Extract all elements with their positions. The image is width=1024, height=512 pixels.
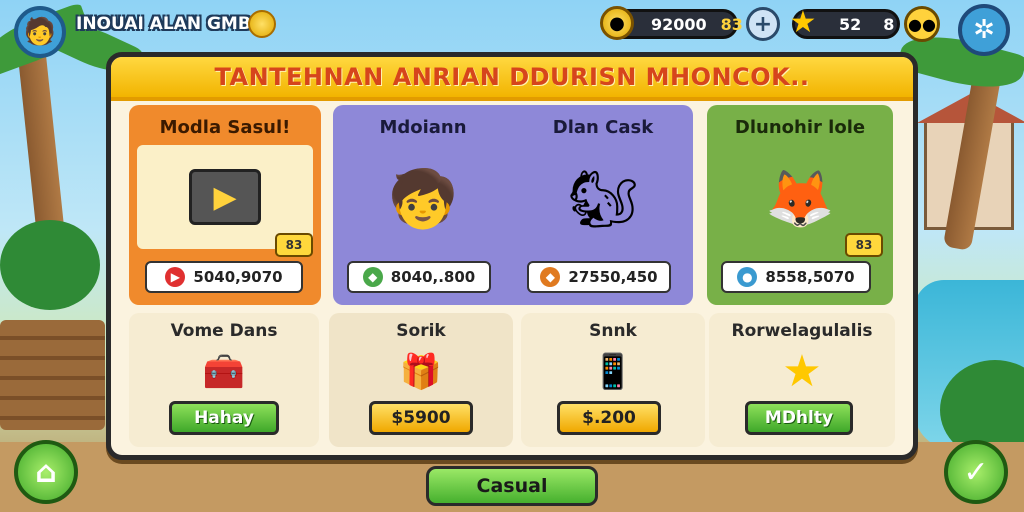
offer-button[interactable]: $5900 bbox=[369, 401, 473, 435]
price-box: ◆ 27550,450 bbox=[527, 261, 671, 293]
coin-icon: ● bbox=[737, 267, 758, 287]
price-value: 5040,9070 bbox=[193, 268, 283, 286]
price-value: 8558,5070 bbox=[765, 268, 855, 286]
offer-title: Rorwelagulalis bbox=[731, 321, 873, 341]
offer-button[interactable]: Hahay bbox=[169, 401, 279, 435]
stars-count: 52 bbox=[839, 14, 862, 34]
game-scene: 🧑 INOUAI ALAN GMB 92000 83 ● + 52 8 ★ ●●… bbox=[0, 0, 1024, 512]
chat-icon[interactable]: ●● bbox=[904, 6, 940, 42]
featured-card[interactable]: Mdoiann 🧒 ◆ 8040,.800 bbox=[333, 105, 513, 305]
card-badge: 83 bbox=[845, 233, 883, 257]
offer-card: Vome Dans 🧰 Hahay bbox=[129, 313, 319, 447]
star-icon: ★ bbox=[789, 4, 817, 40]
card-badge: 83 bbox=[275, 233, 313, 257]
price-value: 8040,.800 bbox=[390, 268, 476, 286]
featured-card[interactable]: Modla Sasul! ▶ 83 ▶ 5040,9070 bbox=[129, 105, 321, 305]
featured-card[interactable]: Dlan Cask 🐿 ◆ 27550,450 bbox=[513, 105, 693, 305]
card-title: Dlan Cask bbox=[552, 117, 654, 138]
offer-title: Snnk bbox=[589, 321, 637, 341]
coin-icon: ● bbox=[600, 6, 634, 40]
wooden-deck bbox=[0, 320, 105, 430]
gift-box-icon: 🎁 bbox=[399, 352, 443, 392]
settings-icon[interactable]: ✲ bbox=[958, 4, 1010, 56]
shop-panel: TANTEHNAN ANRIAN DDURISN MHONCOK.. Modla… bbox=[106, 52, 918, 460]
kid-character: 🧒 bbox=[388, 167, 458, 232]
price-value: 27550,450 bbox=[568, 268, 658, 286]
currency-extra: 83 bbox=[720, 14, 743, 34]
offer-card: Snnk 📱 $.200 bbox=[521, 313, 705, 447]
plus-icon[interactable]: + bbox=[746, 7, 780, 41]
card-title: Mdoiann bbox=[379, 117, 467, 138]
currency-amount: 92000 bbox=[651, 14, 707, 34]
panel-header: TANTEHNAN ANRIAN DDURISN MHONCOK.. bbox=[111, 57, 913, 101]
price-box: ● 8558,5070 bbox=[721, 261, 871, 293]
gem-icon: ◆ bbox=[362, 267, 383, 287]
phone-icon: 📱 bbox=[591, 352, 635, 392]
check-icon[interactable]: ✓ bbox=[944, 440, 1008, 504]
price-box: ◆ 8040,.800 bbox=[347, 261, 491, 293]
gem-icon: ◆ bbox=[540, 267, 561, 287]
coin-icon bbox=[248, 10, 276, 38]
home-icon[interactable]: ⌂ bbox=[14, 440, 78, 504]
offer-title: Sorik bbox=[396, 321, 446, 341]
card-title: Modla Sasul! bbox=[159, 117, 291, 138]
offer-card: Rorwelagulalis ★ MDhlty bbox=[709, 313, 895, 447]
card-title: Dlunohir lole bbox=[734, 117, 866, 138]
bush bbox=[0, 220, 100, 310]
price-box: ▶ 5040,9070 bbox=[145, 261, 303, 293]
offer-title: Vome Dans bbox=[170, 321, 278, 341]
avatar-icon[interactable]: 🧑 bbox=[14, 6, 66, 58]
player-name: INOUAI ALAN GMB bbox=[76, 14, 251, 34]
fox-chest-character: 🦊 bbox=[765, 167, 835, 232]
squirrel-character: 🐿 bbox=[567, 167, 639, 232]
stars-extra: 8 bbox=[883, 14, 895, 34]
offer-button[interactable]: $.200 bbox=[557, 401, 661, 435]
panel-title: TANTEHNAN ANRIAN DDURISN MHONCOK.. bbox=[214, 63, 810, 91]
offer-card: Sorik 🎁 $5900 bbox=[329, 313, 513, 447]
offer-button[interactable]: MDhlty bbox=[745, 401, 853, 435]
video-icon: ▶ bbox=[165, 267, 186, 287]
treasure-chest-icon: 🧰 bbox=[202, 352, 246, 392]
featured-card[interactable]: Dlunohir lole 🦊 83 ● 8558,5070 bbox=[707, 105, 893, 305]
star-icon: ★ bbox=[782, 345, 822, 397]
casual-button[interactable]: Casual bbox=[426, 466, 598, 506]
